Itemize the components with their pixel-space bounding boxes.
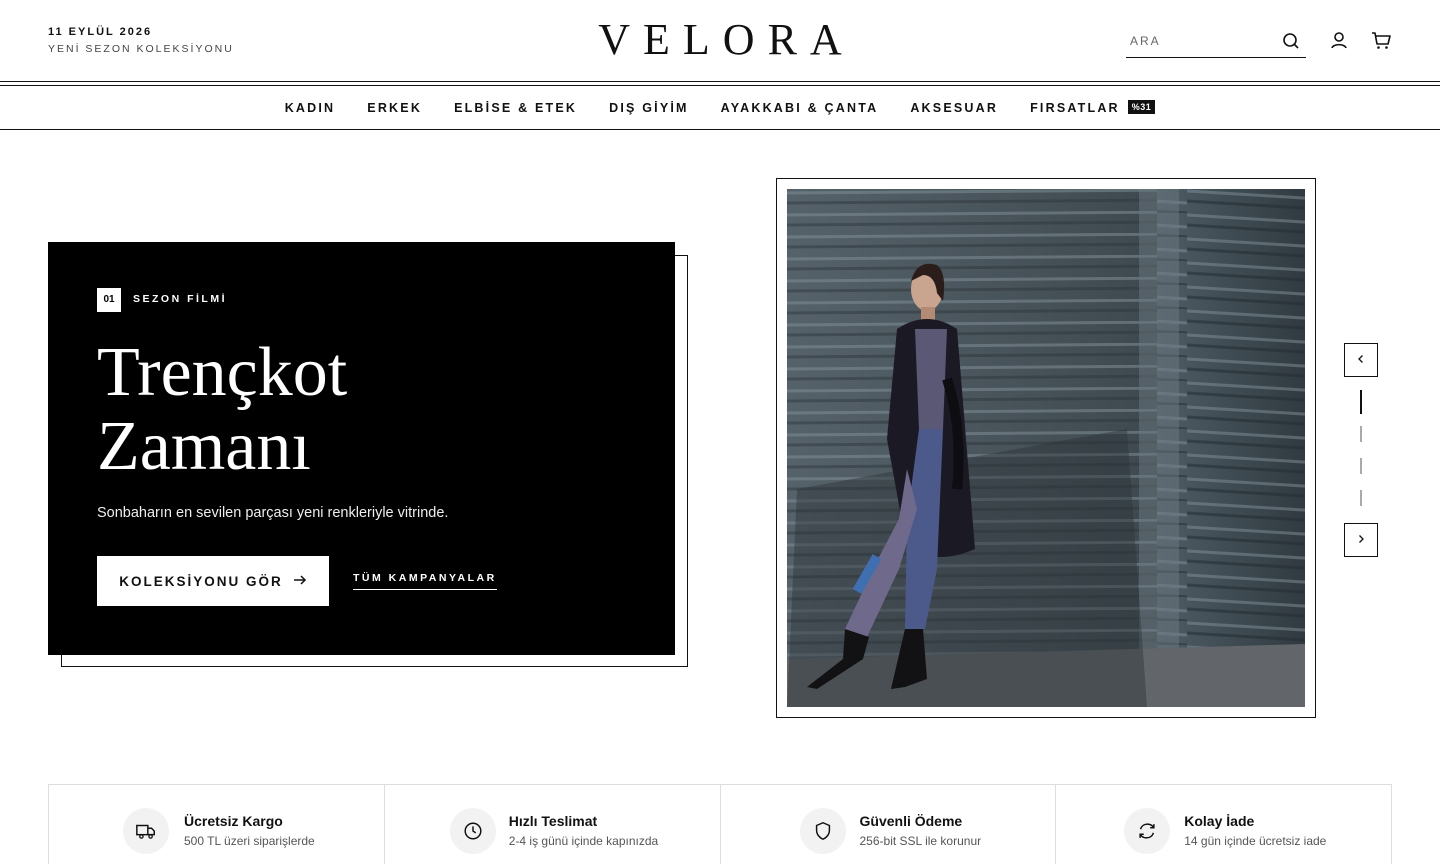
feature-desc: 2-4 iş günü içinde kapınızda xyxy=(508,834,659,848)
site-header: 11 EYLÜL 2026 YENİ SEZON KOLEKSİYONU VEL… xyxy=(0,0,1440,82)
nav-item-firsatlar-label: FIRSATLAR xyxy=(1030,101,1120,115)
slider-prev-button[interactable] xyxy=(1344,343,1378,377)
slider-dot-3[interactable] xyxy=(1360,458,1362,474)
hero-tag: SEZON FİLMİ xyxy=(133,293,227,305)
feature-item: Kolay İade 14 gün içinde ücretsiz iade xyxy=(1056,785,1391,864)
feature-title: Hızlı Teslimat xyxy=(508,813,598,829)
truck-icon xyxy=(123,808,169,854)
hero-subtitle: Sonbaharın en sevilen parçası yeni renkl… xyxy=(97,505,449,521)
feature-title: Güvenli Ödeme xyxy=(859,813,963,829)
hero-image xyxy=(787,189,1305,707)
hero-title-line2: Zamanı xyxy=(97,408,311,485)
feature-item: Hızlı Teslimat 2-4 iş günü içinde kapını… xyxy=(385,785,721,864)
arrow-right-icon xyxy=(293,574,307,589)
nav-item-aksesuar[interactable]: AKSESUAR xyxy=(894,101,1014,115)
feature-item: Güvenli Ödeme 256-bit SSL ile korunur xyxy=(721,785,1057,864)
view-collection-button[interactable]: KOLEKSİYONU GÖR xyxy=(97,556,329,606)
discount-badge: %31 xyxy=(1127,100,1156,114)
main-nav: KADIN ERKEK ELBİSE & ETEK DIŞ GİYİM AYAK… xyxy=(0,86,1440,130)
nav-item-kadin[interactable]: KADIN xyxy=(269,101,352,115)
search-input[interactable] xyxy=(1130,30,1270,52)
feature-desc: 256-bit SSL ile korunur xyxy=(859,834,982,848)
chevron-right-icon xyxy=(1356,531,1366,549)
slider-dot-1[interactable] xyxy=(1360,390,1362,414)
refresh-icon xyxy=(1124,808,1171,854)
all-campaigns-link[interactable]: TÜM KAMPANYALAR xyxy=(353,572,497,590)
hero-title-line1: Trençkot xyxy=(97,334,348,411)
nav-item-firsatlar[interactable]: FIRSATLAR %31 xyxy=(1014,100,1171,115)
slider-next-button[interactable] xyxy=(1344,523,1378,557)
header-date-block: 11 EYLÜL 2026 YENİ SEZON KOLEKSİYONU xyxy=(48,26,234,55)
nav-item-dis-giyim[interactable]: DIŞ GİYİM xyxy=(593,101,705,115)
nav-item-erkek[interactable]: ERKEK xyxy=(351,101,438,115)
feature-title: Kolay İade xyxy=(1184,813,1255,829)
chevron-left-icon xyxy=(1356,351,1366,369)
search-box xyxy=(1126,28,1306,58)
hero-slide-number: 01 xyxy=(97,288,121,312)
feature-desc: 500 TL üzeri siparişlerde xyxy=(184,834,315,848)
slider-dot-4[interactable] xyxy=(1360,490,1362,506)
feature-item: Ücretsiz Kargo 500 TL üzeri siparişlerde xyxy=(49,785,385,864)
season-label: YENİ SEZON KOLEKSİYONU xyxy=(48,43,234,55)
brand-logo[interactable]: VELORA xyxy=(520,14,920,65)
nav-item-ayakkabi-canta[interactable]: AYAKKABI & ÇANTA xyxy=(705,101,895,115)
feature-title: Ücretsiz Kargo xyxy=(184,813,283,829)
cart-icon[interactable] xyxy=(1369,28,1393,52)
user-icon[interactable] xyxy=(1327,28,1351,52)
view-collection-label: KOLEKSİYONU GÖR xyxy=(119,573,283,589)
search-icon[interactable] xyxy=(1280,30,1302,52)
feature-bar: Ücretsiz Kargo 500 TL üzeri siparişlerde… xyxy=(48,784,1392,864)
nav-item-elbise-etek[interactable]: ELBİSE & ETEK xyxy=(438,101,593,115)
slider-dot-2[interactable] xyxy=(1360,426,1362,442)
feature-desc: 14 gün içinde ücretsiz iade xyxy=(1184,834,1327,848)
current-date: 11 EYLÜL 2026 xyxy=(48,26,153,38)
hero-image-frame xyxy=(776,178,1316,718)
clock-icon xyxy=(449,808,496,854)
hero-title: Trençkot Zamanı xyxy=(97,336,347,484)
shield-icon xyxy=(799,808,846,854)
hero-card: 01 SEZON FİLMİ Trençkot Zamanı Sonbaharı… xyxy=(48,242,675,655)
